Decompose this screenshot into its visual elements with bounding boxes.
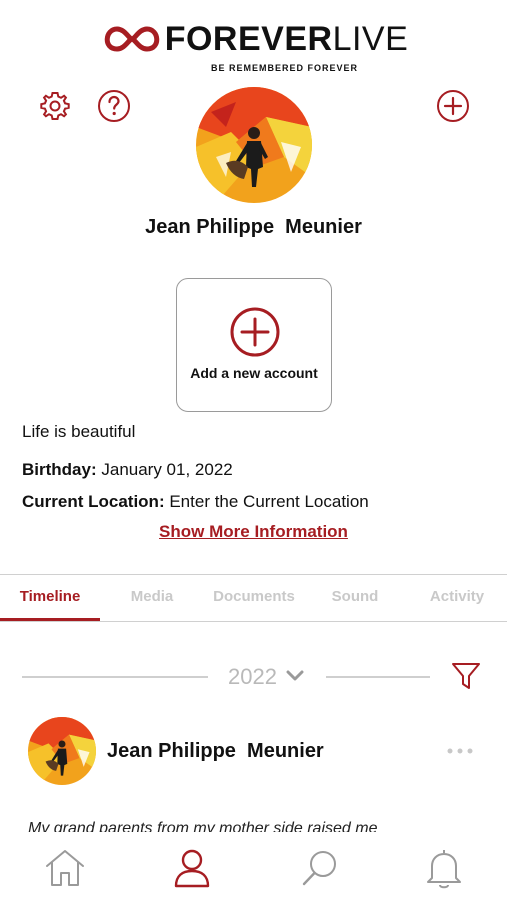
- profile-icon[interactable]: [170, 846, 214, 890]
- infinity-logo-icon: [104, 26, 159, 52]
- profile-avatar[interactable]: [196, 87, 312, 203]
- filter-icon[interactable]: [450, 660, 482, 692]
- year-selector[interactable]: 2022: [228, 664, 277, 690]
- chevron-down-icon[interactable]: [286, 669, 304, 683]
- divider-line: [326, 676, 430, 678]
- tab-sound[interactable]: Sound: [318, 575, 392, 621]
- divider-line: [22, 676, 208, 678]
- bell-icon[interactable]: [422, 846, 466, 890]
- year-selector-row: 2022: [0, 660, 507, 694]
- birthday-row: Birthday: January 01, 2022: [22, 460, 233, 480]
- avatar-photo: [196, 87, 312, 203]
- plus-circle-icon: [230, 307, 280, 357]
- add-account-button[interactable]: Add a new account: [176, 278, 332, 412]
- post-avatar[interactable]: [28, 717, 96, 785]
- more-options-icon[interactable]: [446, 744, 474, 758]
- profile-name: Jean Philippe Meunier: [145, 216, 362, 238]
- brand-name: FOREVERLIVE: [164, 20, 409, 58]
- profile-bio: Life is beautiful: [22, 422, 136, 441]
- avatar-photo: [28, 717, 96, 785]
- help-icon[interactable]: [97, 89, 131, 123]
- location-row: Current Location: Enter the Current Loca…: [22, 492, 369, 512]
- tab-media[interactable]: Media: [116, 575, 188, 621]
- post-author: Jean Philippe Meunier: [107, 740, 324, 762]
- location-value[interactable]: Enter the Current Location: [169, 492, 368, 511]
- add-circle-icon[interactable]: [436, 89, 470, 123]
- profile-tabs: Timeline Media Documents Sound Activity: [0, 574, 507, 622]
- birthday-label: Birthday:: [22, 460, 97, 479]
- birthday-value: January 01, 2022: [101, 460, 233, 479]
- location-label: Current Location:: [22, 492, 165, 511]
- bottom-nav: [0, 832, 507, 900]
- tab-documents[interactable]: Documents: [200, 575, 308, 621]
- gear-icon[interactable]: [38, 89, 72, 123]
- brand-header: FOREVERLIVE BE REMEMBERED FOREVER: [0, 22, 507, 73]
- show-more-link[interactable]: Show More Information: [0, 522, 507, 542]
- tab-timeline[interactable]: Timeline: [0, 575, 100, 621]
- add-account-label: Add a new account: [190, 365, 318, 381]
- home-icon[interactable]: [43, 846, 87, 890]
- search-icon[interactable]: [298, 846, 342, 890]
- brand-tagline: BE REMEMBERED FOREVER: [210, 63, 358, 73]
- tab-activity[interactable]: Activity: [412, 575, 502, 621]
